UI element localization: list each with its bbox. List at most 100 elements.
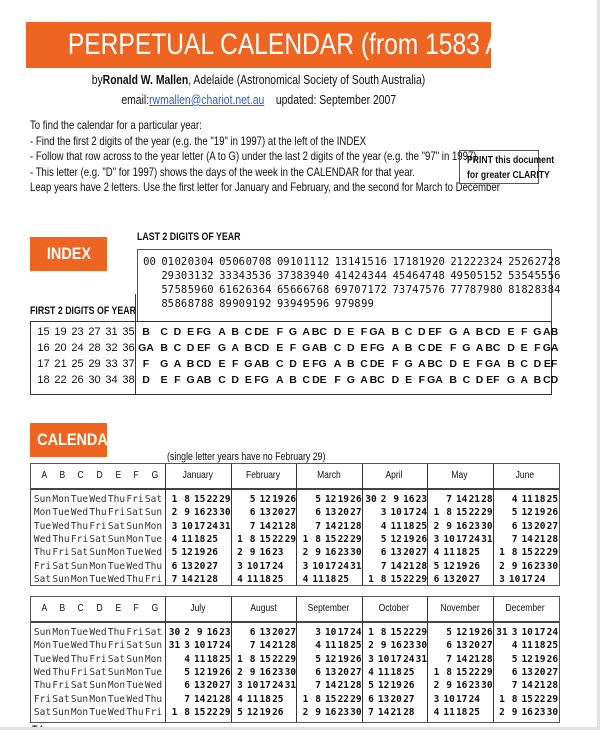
last-digits-cell: 32 — [200, 270, 214, 282]
month-header: February — [231, 464, 297, 488]
month-header: October — [362, 597, 428, 621]
weekday-cell: Sun — [89, 680, 107, 692]
weekday-cell: Sat — [52, 560, 70, 572]
weekday-cell: Sun — [33, 627, 52, 638]
weekday-cell: Fri — [89, 653, 107, 665]
weekday-cell: Wed — [89, 627, 107, 638]
last-digits-cell: 36 — [258, 270, 272, 282]
year-letter-cell: AB — [196, 374, 212, 386]
last-digits-grid: 00 01 02 03 04 05 06 07 08 09 10 11 12 13 14 15 16 17 18 19… — [137, 249, 560, 321]
month-divider — [230, 464, 232, 585]
weekday-cell: Sun — [52, 573, 70, 585]
year-letter-cell: GA — [138, 342, 154, 354]
month-header: April — [362, 464, 428, 488]
year-letter-cell: CD — [543, 374, 559, 386]
calendar-day-number: 28 — [206, 573, 219, 585]
calendar-day-number: 25 — [206, 533, 219, 545]
weekday-cell: Tue — [33, 653, 52, 665]
year-letter-header: E — [109, 597, 127, 621]
weekday-cell: Fri — [52, 547, 70, 559]
weekday-cell: Sat — [89, 533, 107, 545]
weekday-cell: Mon — [52, 494, 70, 505]
month-divider — [427, 597, 428, 722]
calendar-day-number: 25 — [546, 494, 559, 505]
weekday-cell: Mon — [70, 706, 89, 718]
century-cell: 29 — [88, 358, 101, 370]
year-letter-cell: CD — [196, 358, 212, 370]
century-cell: 34 — [105, 374, 118, 386]
month-divider — [165, 464, 166, 585]
weekday-cell: Wed — [144, 547, 163, 559]
last-digits-cell: 60 — [200, 284, 214, 296]
century-cell: 30 — [88, 374, 101, 386]
year-letter-cell: CD — [254, 342, 270, 354]
weekday-cell: Tue — [89, 706, 107, 718]
print-note-line: PRINT this document — [467, 154, 555, 166]
weekday-cell: Tue — [107, 693, 126, 705]
weekday-cell: Mon — [89, 693, 107, 705]
year-letter-cell: DE — [312, 374, 327, 386]
year-letter-label: C — [77, 603, 85, 614]
century-cell: 31 — [105, 326, 118, 338]
print-note-box: PRINT this document for greater CLARITY — [459, 150, 555, 184]
year-letter-cell: D — [142, 374, 150, 386]
century-cell: 22 — [54, 374, 67, 386]
weekday-cell: Sat — [126, 507, 144, 519]
last-digits-cell: 52 — [489, 270, 503, 282]
month-name: November — [440, 603, 480, 614]
last-digits-cell: 72 — [374, 284, 388, 296]
email-link[interactable]: rwmallen@chariot.net.au — [149, 92, 264, 107]
weekday-cell: Mon — [33, 640, 52, 652]
weekday-cell: Wed — [126, 560, 144, 572]
weekday-cell: Tue — [52, 507, 70, 519]
year-letter-header: D — [91, 597, 109, 621]
last-digits-cell: 28 — [547, 256, 561, 268]
document-page: PERPETUAL CALENDAR (from 1583 AD) by Ron… — [0, 0, 597, 727]
month-divider — [230, 597, 232, 722]
month-name: October — [379, 603, 410, 614]
year-letter-header: C — [72, 464, 90, 488]
year-letter-label: F — [133, 470, 140, 481]
year-letter-label: G — [151, 603, 159, 614]
weekday-cell: Thu — [89, 640, 107, 652]
last-digits-cell: 04 — [200, 256, 214, 268]
last-digits-cell: 24 — [489, 256, 503, 268]
weekday-cell: Tue — [70, 627, 89, 638]
weekday-cell: Tue — [70, 494, 89, 505]
year-letter-cell: B — [142, 326, 150, 338]
weekday-cell: Wed — [33, 666, 52, 678]
instructions: To find the calendar for a particular ye… — [30, 118, 500, 196]
last-digits-cell: 76 — [432, 284, 445, 296]
weekday-cell: Sun — [126, 520, 144, 532]
weekday-cell: Thu — [70, 653, 89, 665]
weekday-cell: Fri — [70, 666, 89, 678]
year-letter-header: A — [35, 464, 53, 488]
month-divider — [427, 464, 428, 585]
calendar-day-number: 24 — [534, 573, 546, 585]
year-letter-cell: F — [142, 358, 150, 370]
weekday-cell: Fri — [89, 520, 107, 532]
author-name: Ronald W. Mallen — [102, 72, 189, 87]
year-letter-cell: CD — [485, 326, 501, 338]
calendar-day-number: 26 — [403, 680, 415, 692]
calendar-day-number: 25 — [468, 547, 481, 559]
calendar-day-number: 28 — [546, 533, 559, 545]
weekday-cell: Wed — [70, 640, 89, 652]
weekday-cell: Mon — [70, 573, 89, 585]
last-digits-cell: 80 — [489, 284, 503, 296]
month-name: February — [246, 470, 281, 481]
weekday-cell: Mon — [126, 533, 144, 545]
weekday-cell: Wed — [70, 507, 89, 519]
weekday-cell: Sat — [52, 693, 70, 705]
calendar-day-number: 24 — [546, 627, 559, 638]
last-digits-cell: 16 — [374, 256, 388, 268]
weekday-cell: Thu — [126, 706, 144, 718]
weekday-cell: Fri — [33, 560, 52, 572]
weekday-cell: Tue — [52, 640, 70, 652]
calendar-day-number: 25 — [272, 573, 284, 585]
year-letter-cell: DE — [369, 358, 385, 370]
weekday-cell: Thu — [33, 680, 52, 692]
weekday-cell: Sun — [52, 706, 70, 718]
last-digits-cell: 88 — [200, 298, 214, 310]
year-letter-header: G — [146, 464, 164, 488]
